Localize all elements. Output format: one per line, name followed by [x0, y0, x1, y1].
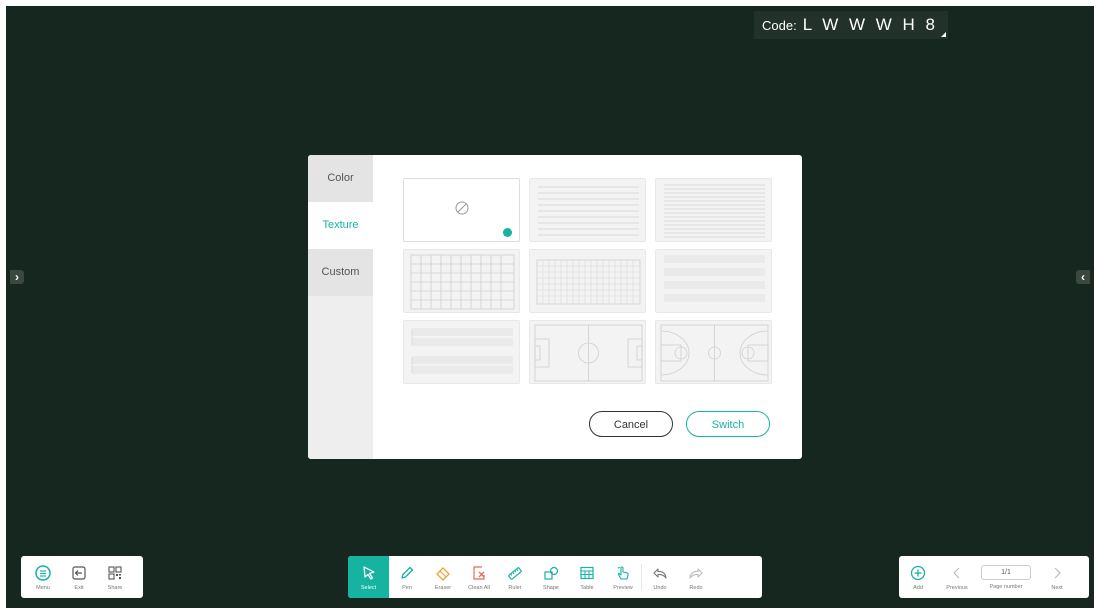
switch-button[interactable]: Switch: [686, 411, 770, 437]
cancel-button[interactable]: Cancel: [589, 411, 673, 437]
redo-icon: [688, 564, 704, 582]
page-number-control[interactable]: 1/1 Page number: [977, 556, 1035, 598]
eraser-icon: [435, 564, 451, 582]
small-grid-icon: [536, 259, 641, 305]
texture-lined-narrow[interactable]: [655, 178, 772, 242]
table-tool[interactable]: Table: [569, 556, 605, 598]
exit-button[interactable]: Exit: [61, 556, 97, 598]
add-page-button[interactable]: Add: [899, 556, 937, 598]
narrow-lined-paper-icon: [664, 184, 765, 238]
next-label: Next: [1051, 584, 1063, 591]
background-dialog: Color Texture Custom Cancel Switch: [308, 155, 802, 459]
preview-tool[interactable]: Preview: [605, 556, 641, 598]
exit-label: Exit: [74, 584, 84, 591]
clean-all-icon: [471, 564, 487, 582]
menu-label: Menu: [36, 584, 50, 591]
pen-tool[interactable]: Pen: [389, 556, 425, 598]
shape-tool[interactable]: Shape: [533, 556, 569, 598]
undo-label: Undo: [653, 584, 667, 591]
undo-icon: [652, 564, 668, 582]
selected-check-icon: [503, 228, 512, 237]
room-code: Code: L W W W H 8: [753, 11, 948, 39]
texture-football-field[interactable]: [529, 320, 646, 384]
tools-toolbar: Select Pen Eraser Clean All Ruler Shape: [348, 556, 762, 598]
shape-icon: [543, 564, 559, 582]
ruler-label: Ruler: [508, 584, 522, 591]
code-label: Code:: [761, 17, 797, 33]
clean-all-label: Clean All: [468, 584, 490, 591]
corner-indicator-icon: [941, 32, 946, 37]
next-page-button[interactable]: Next: [1035, 556, 1079, 598]
table-icon: [579, 564, 595, 582]
share-button[interactable]: Share: [97, 556, 133, 598]
texture-grid-large[interactable]: [403, 249, 520, 313]
exit-icon: [71, 564, 87, 582]
table-label: Table: [580, 584, 594, 591]
music-staff-icon: [664, 255, 765, 302]
expand-left-button[interactable]: ›: [10, 270, 24, 284]
preview-label: Preview: [613, 584, 633, 591]
redo-label: Redo: [689, 584, 703, 591]
texture-grid-small[interactable]: [529, 249, 646, 313]
texture-lined-wide[interactable]: [529, 178, 646, 242]
hand-icon: [615, 564, 631, 582]
texture-basketball-court[interactable]: [655, 320, 772, 384]
select-tool[interactable]: Select: [348, 556, 389, 598]
qr-icon: [107, 564, 123, 582]
texture-music-staff-double[interactable]: [403, 320, 520, 384]
select-label: Select: [360, 584, 377, 591]
page-number-label: Page number: [989, 583, 1023, 590]
share-label: Share: [107, 584, 123, 591]
ruler-icon: [507, 564, 523, 582]
pen-icon: [399, 564, 415, 582]
menu-button[interactable]: Menu: [25, 556, 61, 598]
previous-page-button[interactable]: Previous: [937, 556, 977, 598]
chevron-right-icon: [1049, 564, 1065, 582]
basketball-court-icon: [660, 324, 769, 382]
eraser-label: Eraser: [434, 584, 452, 591]
undo-button[interactable]: Undo: [642, 556, 678, 598]
previous-label: Previous: [946, 584, 968, 591]
page-number-value[interactable]: 1/1: [981, 564, 1031, 580]
shape-label: Shape: [543, 584, 559, 591]
tab-texture[interactable]: Texture: [308, 202, 373, 249]
eraser-tool[interactable]: Eraser: [425, 556, 461, 598]
football-field-icon: [534, 324, 643, 382]
ruler-tool[interactable]: Ruler: [497, 556, 533, 598]
lined-paper-icon: [538, 186, 639, 236]
double-staff-icon: [411, 328, 513, 374]
expand-right-button[interactable]: ‹: [1076, 270, 1090, 284]
tab-color[interactable]: Color: [308, 155, 373, 202]
texture-music-staff[interactable]: [655, 249, 772, 313]
pages-toolbar: Add Previous 1/1 Page number Next: [899, 556, 1089, 598]
code-value: L W W W H 8: [802, 15, 938, 34]
pen-label: Pen: [402, 584, 412, 591]
clean-all-tool[interactable]: Clean All: [461, 556, 497, 598]
redo-button[interactable]: Redo: [678, 556, 714, 598]
left-toolbar: Menu Exit Share: [21, 556, 143, 598]
chevron-left-icon: [949, 564, 965, 582]
add-label: Add: [913, 584, 923, 591]
large-grid-icon: [410, 254, 515, 310]
texture-none[interactable]: [403, 178, 520, 242]
add-icon: [910, 564, 926, 582]
cursor-icon: [361, 564, 377, 582]
tab-custom[interactable]: Custom: [308, 249, 373, 296]
dialog-tabs: Color Texture Custom: [308, 155, 373, 459]
texture-grid: [403, 178, 772, 384]
menu-icon: [35, 564, 51, 582]
